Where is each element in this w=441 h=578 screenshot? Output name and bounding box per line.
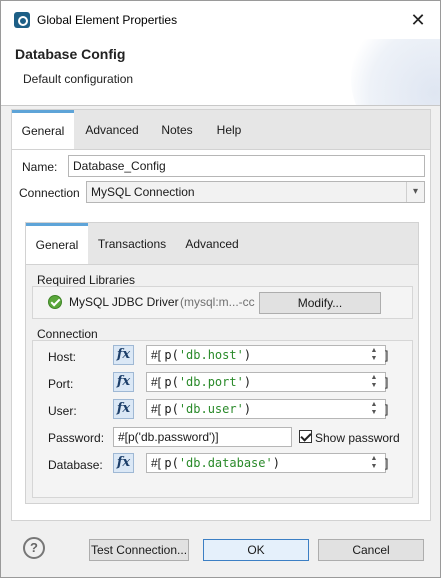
required-libraries-heading: Required Libraries (37, 273, 136, 287)
cancel-button[interactable]: Cancel (318, 539, 424, 561)
host-expression-input[interactable]: #[ p('db.host') (146, 345, 386, 365)
fx-icon[interactable]: fx (113, 372, 134, 392)
password-input[interactable]: #[p('db.password')] (113, 427, 292, 447)
database-expression-input[interactable]: #[ p('db.database') (146, 453, 386, 473)
spinner-down-icon[interactable]: ▼ (366, 463, 382, 471)
title-bar: Global Element Properties ✕ (1, 1, 440, 39)
host-spinner[interactable]: ▲ ▼ (366, 346, 382, 364)
spinner-up-icon[interactable]: ▲ (366, 455, 382, 463)
database-spinner[interactable]: ▲ ▼ (366, 454, 382, 472)
user-bracket: ] (385, 402, 389, 416)
user-expression-input[interactable]: #[ p('db.user') (146, 399, 386, 419)
fx-icon[interactable]: fx (113, 345, 134, 365)
driver-coordinates: (mysql:m...-cc (180, 295, 255, 309)
driver-name: MySQL JDBC Driver (69, 295, 179, 309)
spinner-up-icon[interactable]: ▲ (366, 374, 382, 382)
connection-label: Connection (19, 186, 80, 200)
modify-button[interactable]: Modify... (259, 292, 381, 314)
check-circle-icon (48, 295, 62, 309)
port-bracket: ] (385, 375, 389, 389)
name-input[interactable]: Database_Config (68, 155, 425, 177)
inner-tab-transactions[interactable]: Transactions (90, 223, 174, 265)
spinner-up-icon[interactable]: ▲ (366, 347, 382, 355)
database-bracket: ] (385, 456, 389, 470)
header-banner: Database Config Default configuration (1, 39, 440, 105)
spinner-down-icon[interactable]: ▼ (366, 409, 382, 417)
show-password-checkbox[interactable] (299, 430, 312, 443)
user-label: User: (48, 404, 77, 418)
tab-advanced[interactable]: Advanced (76, 110, 148, 150)
outer-tab-bar: General Advanced Notes Help (11, 109, 431, 150)
password-label: Password: (48, 431, 105, 445)
connection-select[interactable]: MySQL Connection ▾ (86, 181, 425, 203)
inner-tab-bar: General Transactions Advanced (25, 222, 419, 265)
banner-decoration (351, 39, 440, 105)
inner-tab-general[interactable]: General (26, 223, 88, 265)
show-password-label: Show password (315, 431, 400, 445)
chevron-down-icon[interactable]: ▾ (406, 182, 424, 202)
spinner-down-icon[interactable]: ▼ (366, 382, 382, 390)
window-title: Global Element Properties (37, 13, 178, 27)
close-icon[interactable]: ✕ (406, 9, 430, 31)
global-element-properties-dialog: Global Element Properties ✕ Database Con… (0, 0, 441, 578)
inner-tab-advanced[interactable]: Advanced (178, 223, 246, 265)
fx-icon[interactable]: fx (113, 453, 134, 473)
connection-select-value: MySQL Connection (91, 185, 195, 199)
connection-heading: Connection (37, 327, 98, 341)
fx-icon[interactable]: fx (113, 399, 134, 419)
database-label: Database: (48, 458, 103, 472)
test-connection-button[interactable]: Test Connection... (89, 539, 189, 561)
port-label: Port: (48, 377, 74, 391)
app-icon (14, 12, 30, 28)
banner-subtitle: Default configuration (23, 72, 134, 86)
name-label: Name: (22, 160, 58, 174)
banner-title: Database Config (15, 46, 126, 62)
spinner-down-icon[interactable]: ▼ (366, 355, 382, 363)
user-spinner[interactable]: ▲ ▼ (366, 400, 382, 418)
tab-general[interactable]: General (12, 110, 74, 150)
host-bracket: ] (385, 348, 389, 362)
tab-help[interactable]: Help (206, 110, 252, 150)
ok-button[interactable]: OK (203, 539, 309, 561)
spinner-up-icon[interactable]: ▲ (366, 401, 382, 409)
port-spinner[interactable]: ▲ ▼ (366, 373, 382, 391)
port-expression-input[interactable]: #[ p('db.port') (146, 372, 386, 392)
banner-separator (1, 105, 440, 106)
tab-notes[interactable]: Notes (152, 110, 202, 150)
host-label: Host: (48, 350, 77, 364)
help-icon[interactable]: ? (23, 537, 45, 559)
